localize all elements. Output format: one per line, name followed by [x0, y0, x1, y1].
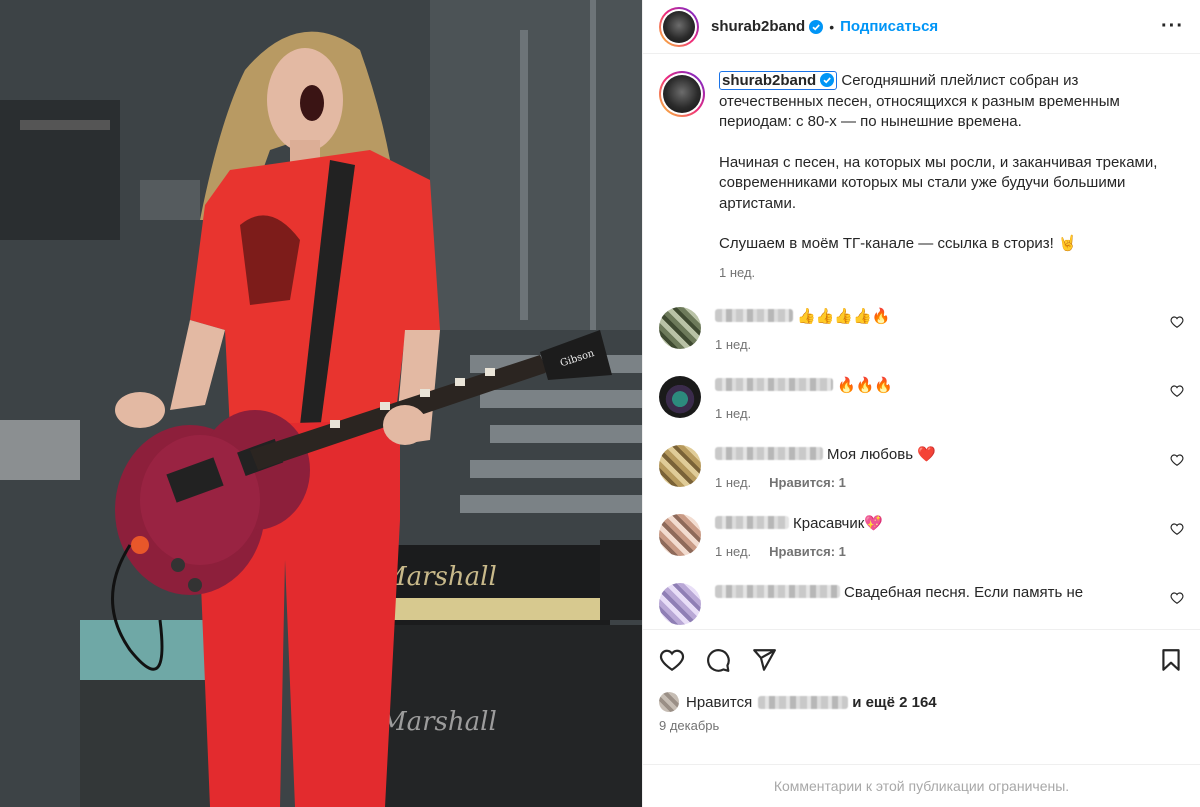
comment-time: 1 нед.	[715, 475, 752, 490]
author-username[interactable]: shurab2band	[711, 18, 805, 35]
comment-time: 1 нед.	[715, 406, 752, 421]
comment-like-heart-icon[interactable]	[1170, 453, 1184, 467]
svg-text:Marshall: Marshall	[379, 707, 497, 737]
post-photo[interactable]: Marshall Marshall Gibson	[0, 0, 642, 807]
verified-icon	[820, 73, 835, 87]
comment-likes[interactable]: Нравится: 1	[769, 475, 846, 490]
caption-avatar	[663, 75, 701, 113]
liker-name-blurred[interactable]	[758, 695, 849, 709]
heart-icon[interactable]	[659, 647, 685, 673]
commenter-name-blurred[interactable]	[715, 378, 833, 391]
commenter-avatar[interactable]	[659, 514, 701, 556]
separator-dot: •	[829, 18, 835, 35]
caption-paragraph-2: Начиная с песен, на которых мы росли, и …	[719, 153, 1158, 212]
post-caption: shurab2band Сегодняшний плейлист собран …	[659, 71, 1184, 283]
comment-like-heart-icon[interactable]	[1170, 384, 1184, 398]
caption-paragraph-3: Слушаем в моём ТГ-канале — ссылка в стор…	[719, 235, 1077, 252]
likes-summary[interactable]: Нравится и ещё 2 164	[659, 692, 1184, 712]
comment-item: Моя любовь ❤️ 1 нед. Нравится: 1	[659, 445, 1184, 493]
comments-scroll-area[interactable]: shurab2band Сегодняшний плейлист собран …	[643, 55, 1200, 628]
follow-button[interactable]: Подписаться	[840, 18, 938, 35]
more-icon[interactable]: ···	[1161, 15, 1184, 38]
comment-text: Моя любовь ❤️	[827, 446, 936, 463]
bookmark-icon[interactable]	[1158, 647, 1184, 673]
comment-icon[interactable]	[705, 647, 731, 673]
post-actions: Нравится и ещё 2 164 9 декабрь	[643, 629, 1200, 733]
post-date[interactable]: 9 декабрь	[659, 718, 1184, 733]
caption-username[interactable]: shurab2band	[719, 71, 838, 90]
comment-like-heart-icon[interactable]	[1170, 522, 1184, 536]
commenter-name-blurred[interactable]	[715, 447, 823, 460]
comment-text: 🔥🔥🔥	[837, 377, 894, 394]
liker-avatar	[659, 692, 679, 712]
comment-likes[interactable]: Нравится: 1	[769, 544, 846, 559]
comment-item: Красавчик💖 1 нед. Нравится: 1	[659, 514, 1184, 562]
author-avatar-ring[interactable]	[659, 6, 699, 47]
caption-time: 1 нед.	[719, 264, 756, 280]
commenter-avatar[interactable]	[659, 445, 701, 487]
caption-avatar-ring[interactable]	[659, 71, 705, 117]
comment-like-heart-icon[interactable]	[1170, 591, 1184, 605]
comments-limited-notice: Комментарии к этой публикации ограничены…	[643, 764, 1200, 807]
commenter-avatar[interactable]	[659, 583, 701, 625]
comment-item: 👍👍👍👍🔥 1 нед.	[659, 307, 1184, 355]
commenter-name-blurred[interactable]	[715, 309, 793, 322]
post-header: shurab2band • Подписаться ···	[643, 0, 1200, 54]
comment-text: Свадебная песня. Если память не	[844, 584, 1084, 601]
comment-time: 1 нед.	[715, 337, 752, 352]
share-icon[interactable]	[751, 647, 777, 673]
comment-item: Свадебная песня. Если память не	[659, 583, 1184, 625]
commenter-avatar[interactable]	[659, 376, 701, 418]
author-avatar	[663, 10, 695, 43]
comment-time: 1 нед.	[715, 544, 752, 559]
comment-text: 👍👍👍👍🔥	[797, 308, 891, 325]
commenter-avatar[interactable]	[659, 307, 701, 349]
verified-icon	[809, 19, 824, 34]
comment-text: Красавчик💖	[793, 515, 883, 532]
post-side-panel: shurab2band • Подписаться ··· shurab2ban…	[642, 0, 1200, 807]
likes-count[interactable]: и ещё 2 164	[852, 694, 936, 711]
likes-prefix: Нравится	[686, 693, 753, 711]
comment-like-heart-icon[interactable]	[1170, 315, 1184, 329]
concert-photo-illustration: Marshall Marshall Gibson	[0, 0, 642, 807]
commenter-name-blurred[interactable]	[715, 585, 840, 598]
comment-item: 🔥🔥🔥 1 нед.	[659, 376, 1184, 424]
commenter-name-blurred[interactable]	[715, 516, 789, 529]
